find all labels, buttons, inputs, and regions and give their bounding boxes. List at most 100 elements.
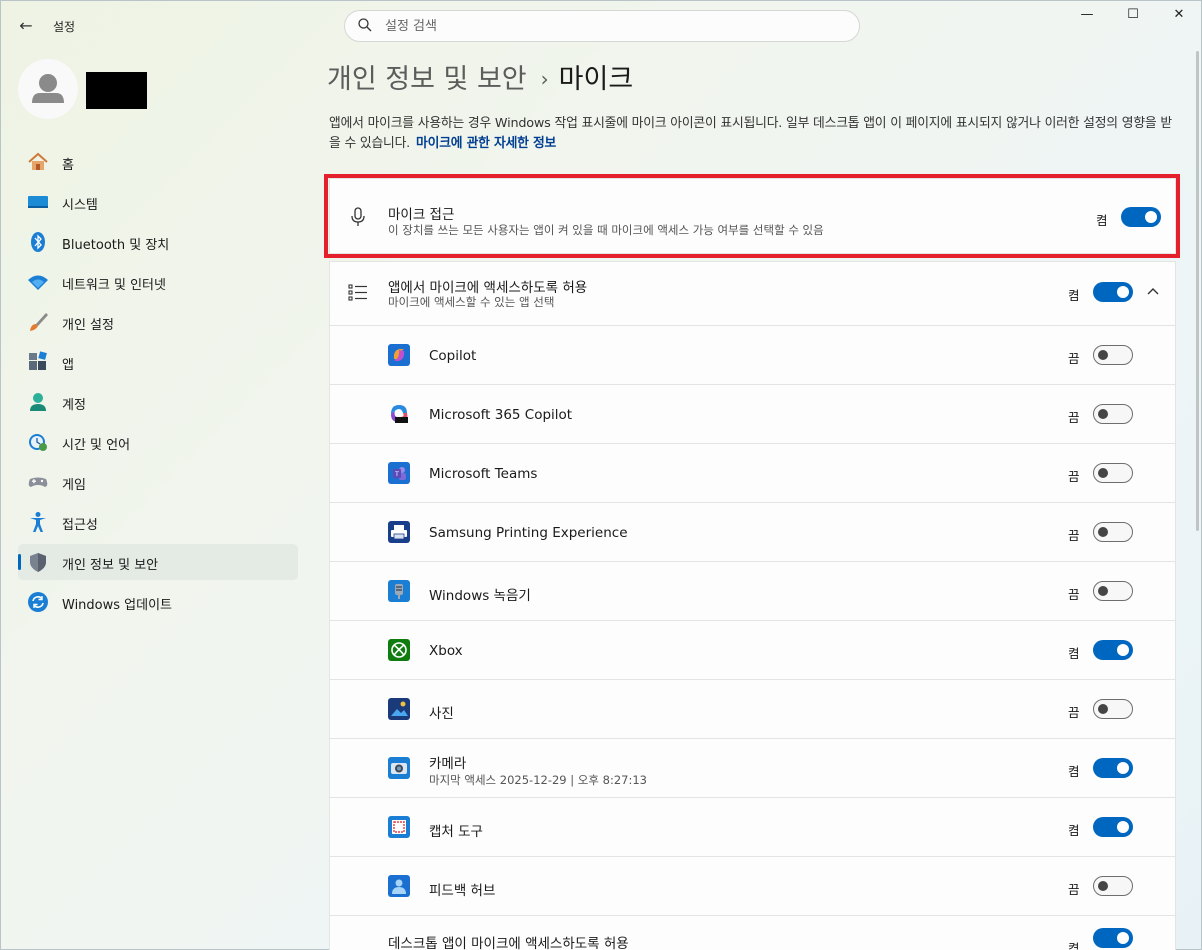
app-name: 카메라 xyxy=(429,756,467,772)
app-toggle[interactable] xyxy=(1093,463,1133,483)
app-toggle[interactable] xyxy=(1093,581,1133,601)
app-toggle[interactable] xyxy=(1093,404,1133,424)
sidebar-item-privacy-security[interactable]: 개인 정보 및 보안 xyxy=(18,544,298,580)
sidebar-item-home[interactable]: 홈 xyxy=(18,144,298,180)
app-toggle[interactable] xyxy=(1093,640,1133,660)
xbox-icon xyxy=(388,639,410,661)
sidebar-nav: 홈 시스템 Bluetooth 및 장치 네트워크 및 인터넷 개인 설정 앱 … xyxy=(18,144,298,624)
avatar[interactable] xyxy=(18,59,78,119)
app-title: 설정 xyxy=(53,20,76,34)
app-name: 피드백 허브 xyxy=(429,883,496,899)
app-state: 끔 xyxy=(1068,528,1080,543)
app-row-photos: 사진 끔 xyxy=(329,680,1176,739)
sidebar-item-network[interactable]: 네트워크 및 인터넷 xyxy=(18,264,298,300)
sidebar-item-accounts[interactable]: 계정 xyxy=(18,384,298,420)
list-icon xyxy=(348,284,367,301)
sidebar-item-label: 게임 xyxy=(62,478,86,493)
search-box[interactable] xyxy=(344,10,860,42)
app-name: Copilot xyxy=(429,348,477,364)
feedback-hub-icon xyxy=(388,875,410,897)
page-title: 마이크 xyxy=(558,64,634,95)
app-access-subtitle: 마이크에 액세스할 수 있는 앱 선택 xyxy=(388,295,555,309)
sidebar-item-label: 앱 xyxy=(62,358,74,373)
sidebar-item-label: Windows 업데이트 xyxy=(62,598,173,613)
breadcrumb-parent[interactable]: 개인 정보 및 보안 xyxy=(327,64,527,95)
app-toggle[interactable] xyxy=(1093,817,1133,837)
accessibility-icon xyxy=(30,512,46,532)
app-access-title: 앱에서 마이크에 액세스하도록 허용 xyxy=(388,280,588,296)
desktop-apps-state: 켬 xyxy=(1068,941,1080,950)
svg-text:T: T xyxy=(394,471,399,478)
scrollbar[interactable] xyxy=(1196,51,1199,531)
app-access-toggle[interactable] xyxy=(1093,282,1133,302)
sidebar-item-label: 접근성 xyxy=(62,518,98,533)
search-input[interactable] xyxy=(385,16,825,36)
sidebar-item-time-language[interactable]: 시간 및 언어 xyxy=(18,424,298,460)
app-state: 끔 xyxy=(1068,410,1080,425)
last-access-time: 마지막 액세스 2025-12-29 | 오후 8:27:13 xyxy=(429,773,647,787)
app-row-windows-recorder: Windows 녹음기 끔 xyxy=(329,562,1176,621)
system-icon xyxy=(28,196,48,208)
app-row-m365-copilot: Microsoft 365 Copilot 끔 xyxy=(329,385,1176,444)
minimize-button[interactable]: — xyxy=(1064,7,1110,29)
app-name: Microsoft Teams xyxy=(429,466,538,482)
app-state: 켬 xyxy=(1068,823,1080,838)
sidebar-item-bluetooth[interactable]: Bluetooth 및 장치 xyxy=(18,224,298,260)
sidebar-item-label: 계정 xyxy=(62,398,86,413)
teams-icon: T xyxy=(388,462,410,484)
app-row-snipping-tool: 캡처 도구 켬 xyxy=(329,798,1176,857)
app-state: 끔 xyxy=(1068,587,1080,602)
sidebar-item-label: 홈 xyxy=(62,158,74,173)
bluetooth-icon xyxy=(31,232,45,252)
back-button[interactable]: ← xyxy=(15,15,37,37)
sidebar-item-label: Bluetooth 및 장치 xyxy=(62,238,170,253)
page-description: 앱에서 마이크를 사용하는 경우 Windows 작업 표시줄에 마이크 아이콘… xyxy=(329,114,1174,154)
learn-more-link[interactable]: 마이크에 관한 자세한 정보 xyxy=(416,136,556,151)
wifi-icon xyxy=(28,275,48,290)
chevron-up-icon[interactable] xyxy=(1146,287,1160,297)
sidebar-item-gaming[interactable]: 게임 xyxy=(18,464,298,500)
snipping-tool-icon xyxy=(388,816,410,838)
user-avatar-icon xyxy=(32,74,64,103)
sidebar-item-label: 개인 정보 및 보안 xyxy=(62,558,159,573)
app-state: 끔 xyxy=(1068,351,1080,366)
breadcrumb: 개인 정보 및 보안 › 마이크 xyxy=(327,57,633,96)
sidebar-item-system[interactable]: 시스템 xyxy=(18,184,298,220)
app-toggle[interactable] xyxy=(1093,699,1133,719)
app-state: 끔 xyxy=(1068,469,1080,484)
close-button[interactable]: ✕ xyxy=(1156,7,1202,29)
app-state: 켬 xyxy=(1068,764,1080,779)
app-toggle[interactable] xyxy=(1093,758,1133,778)
app-row-copilot: Copilot 끔 xyxy=(329,326,1176,385)
camera-icon xyxy=(388,757,410,779)
app-name: 캡처 도구 xyxy=(429,824,483,840)
printer-icon xyxy=(388,521,410,543)
sidebar-item-label: 네트워크 및 인터넷 xyxy=(62,278,166,293)
sidebar-item-windows-update[interactable]: Windows 업데이트 xyxy=(18,584,298,620)
app-toggle[interactable] xyxy=(1093,876,1133,896)
update-icon xyxy=(28,592,48,612)
app-row-samsung-printing: Samsung Printing Experience 끔 xyxy=(329,503,1176,562)
app-state: 끔 xyxy=(1068,705,1080,720)
app-row-camera: 카메라 마지막 액세스 2025-12-29 | 오후 8:27:13 켬 xyxy=(329,739,1176,798)
home-icon xyxy=(28,152,48,170)
app-access-card[interactable]: 앱에서 마이크에 액세스하도록 허용 마이크에 액세스할 수 있는 앱 선택 켬 xyxy=(329,261,1176,326)
app-toggle[interactable] xyxy=(1093,522,1133,542)
app-name: Samsung Printing Experience xyxy=(429,525,628,541)
app-row-feedback-hub: 피드백 허브 끔 xyxy=(329,857,1176,916)
sidebar-item-accessibility[interactable]: 접근성 xyxy=(18,504,298,540)
app-row-microsoft-teams: T Microsoft Teams 끔 xyxy=(329,444,1176,503)
m365-copilot-icon xyxy=(391,405,408,423)
redacted-username xyxy=(86,72,147,109)
search-icon xyxy=(358,18,372,32)
sidebar-item-label: 개인 설정 xyxy=(62,318,114,333)
sidebar-item-label: 시스템 xyxy=(62,198,98,213)
maximize-button[interactable]: ☐ xyxy=(1110,7,1156,29)
sidebar-item-personalization[interactable]: 개인 설정 xyxy=(18,304,298,340)
app-toggle[interactable] xyxy=(1093,345,1133,365)
brush-icon xyxy=(30,313,48,331)
sidebar-item-apps[interactable]: 앱 xyxy=(18,344,298,380)
desktop-apps-toggle[interactable] xyxy=(1093,928,1133,948)
settings-window: ← 설정 — ☐ ✕ 홈 시스템 Bluetooth 및 장치 xyxy=(0,0,1202,950)
app-name: 사진 xyxy=(429,706,454,722)
